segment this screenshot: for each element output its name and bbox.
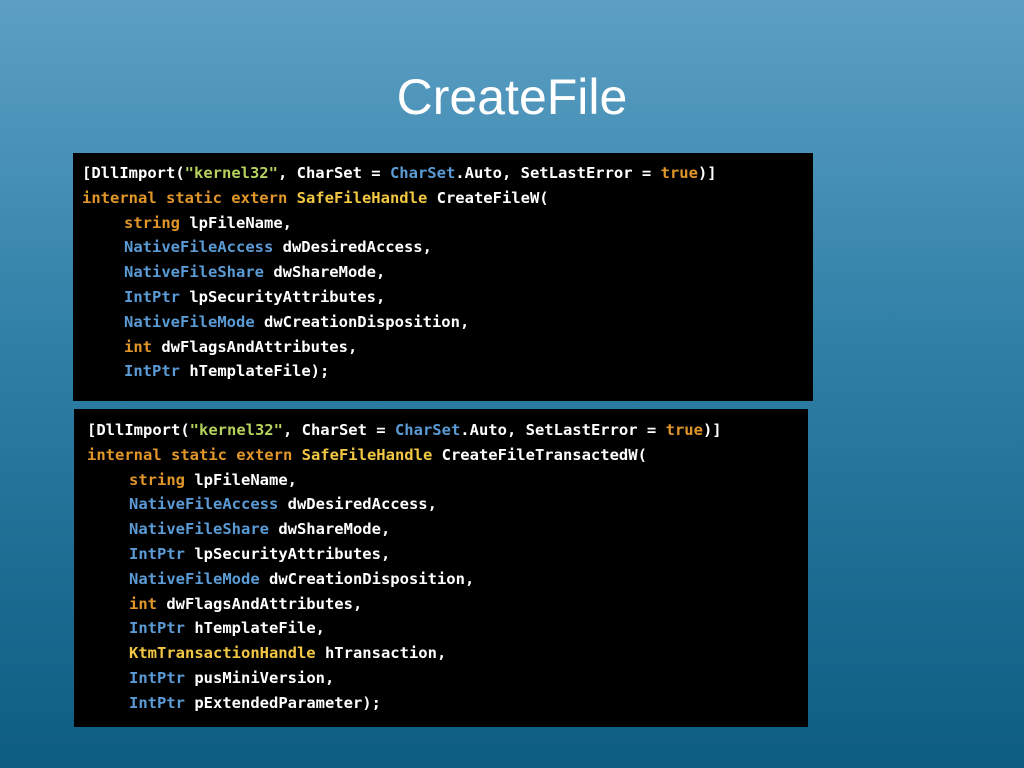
code-token-plain: .Auto, SetLastError = [460,421,666,439]
code-line: IntPtr pExtendedParameter); [87,691,808,716]
code-token-keyword: string [129,470,185,489]
code-token-plain: , CharSet = [277,164,390,182]
code-token-plain: lpFileName, [185,470,297,489]
code-line: KtmTransactionHandle hTransaction, [87,641,808,666]
code-token-plain: CreateFileTransactedW( [432,445,647,464]
code-line: IntPtr pusMiniVersion, [87,666,808,691]
code-line: string lpFileName, [82,211,813,236]
code-token-plain: dwFlagsAndAttributes, [152,337,358,356]
code-token-keyword: true [665,421,703,439]
code-token-plain: , CharSet = [282,421,395,439]
code-token-class: SafeFileHandle [301,445,433,464]
code-token-plain: hTemplateFile, [185,619,325,638]
code-token-type: IntPtr [129,668,185,687]
code-token-type: IntPtr [124,287,180,306]
code-line: IntPtr lpSecurityAttributes, [82,285,813,310]
code-token-plain: lpSecurityAttributes, [180,287,386,306]
code-token-plain: CreateFileW( [427,188,549,207]
code-token-plain: lpFileName, [180,213,292,232]
code-token-class: KtmTransactionHandle [129,644,316,663]
code-token-keyword: internal static extern [82,188,297,207]
code-token-type: NativeFileShare [124,263,264,282]
code-token-type: CharSet [389,164,456,182]
code-block-createfilew: [DllImport("kernel32", CharSet = CharSet… [73,153,813,401]
code-line: NativeFileMode dwCreationDisposition, [87,567,808,592]
code-token-keyword: int [124,337,152,356]
code-line: int dwFlagsAndAttributes, [87,592,808,617]
code-token-string: "kernel32" [184,164,278,182]
code-block-createfiletransactedw: [DllImport("kernel32", CharSet = CharSet… [74,409,808,727]
code-token-plain: pExtendedParameter); [185,693,381,712]
code-token-class: SafeFileHandle [296,188,428,207]
code-token-type: CharSet [394,421,461,439]
code-token-plain: dwDesiredAccess, [278,495,437,514]
code-line: IntPtr lpSecurityAttributes, [87,542,808,567]
slide-title: CreateFile [396,69,628,125]
code-token-plain: hTransaction, [315,644,447,663]
code-token-type: IntPtr [124,362,180,381]
code-line: internal static extern SafeFileHandle Cr… [87,443,808,468]
code-line: int dwFlagsAndAttributes, [82,335,813,360]
code-line: NativeFileAccess dwDesiredAccess, [82,235,813,260]
code-token-keyword: int [129,594,157,613]
code-token-plain: )] [697,164,717,182]
code-token-plain: )] [702,421,722,439]
code-line: NativeFileShare dwShareMode, [87,517,808,542]
code-line: NativeFileAccess dwDesiredAccess, [87,492,808,517]
code-token-plain: dwFlagsAndAttributes, [157,594,363,613]
code-line: IntPtr hTemplateFile, [87,616,808,641]
code-token-plain: hTemplateFile); [180,362,330,381]
code-token-plain: dwCreationDisposition, [259,569,475,588]
code-token-plain: pusMiniVersion, [185,668,335,687]
code-line: IntPtr hTemplateFile); [82,359,813,384]
code-line: [DllImport("kernel32", CharSet = CharSet… [82,161,813,186]
code-token-type: NativeFileMode [129,569,260,588]
code-token-type: IntPtr [129,693,185,712]
code-token-type: IntPtr [129,544,185,563]
code-token-type: NativeFileMode [124,312,255,331]
code-token-plain: .Auto, SetLastError = [455,164,661,182]
code-token-type: IntPtr [129,619,185,638]
code-line: [DllImport("kernel32", CharSet = CharSet… [87,418,808,443]
code-line: string lpFileName, [87,468,808,493]
code-line: NativeFileShare dwShareMode, [82,260,813,285]
code-token-keyword: true [660,164,698,182]
code-token-plain: [DllImport( [82,164,185,182]
code-token-plain: lpSecurityAttributes, [185,544,391,563]
code-line: internal static extern SafeFileHandle Cr… [82,186,813,211]
code-line: NativeFileMode dwCreationDisposition, [82,310,813,335]
code-token-type: NativeFileShare [129,520,269,539]
code-token-string: "kernel32" [189,421,283,439]
code-token-type: NativeFileAccess [124,238,274,257]
code-token-plain: dwShareMode, [263,263,386,282]
code-token-keyword: string [124,213,180,232]
code-token-type: NativeFileAccess [129,495,279,514]
code-token-keyword: internal static extern [87,445,302,464]
code-token-plain: dwShareMode, [268,520,391,539]
code-token-plain: [DllImport( [87,421,190,439]
code-token-plain: dwCreationDisposition, [254,312,470,331]
code-token-plain: dwDesiredAccess, [273,238,432,257]
